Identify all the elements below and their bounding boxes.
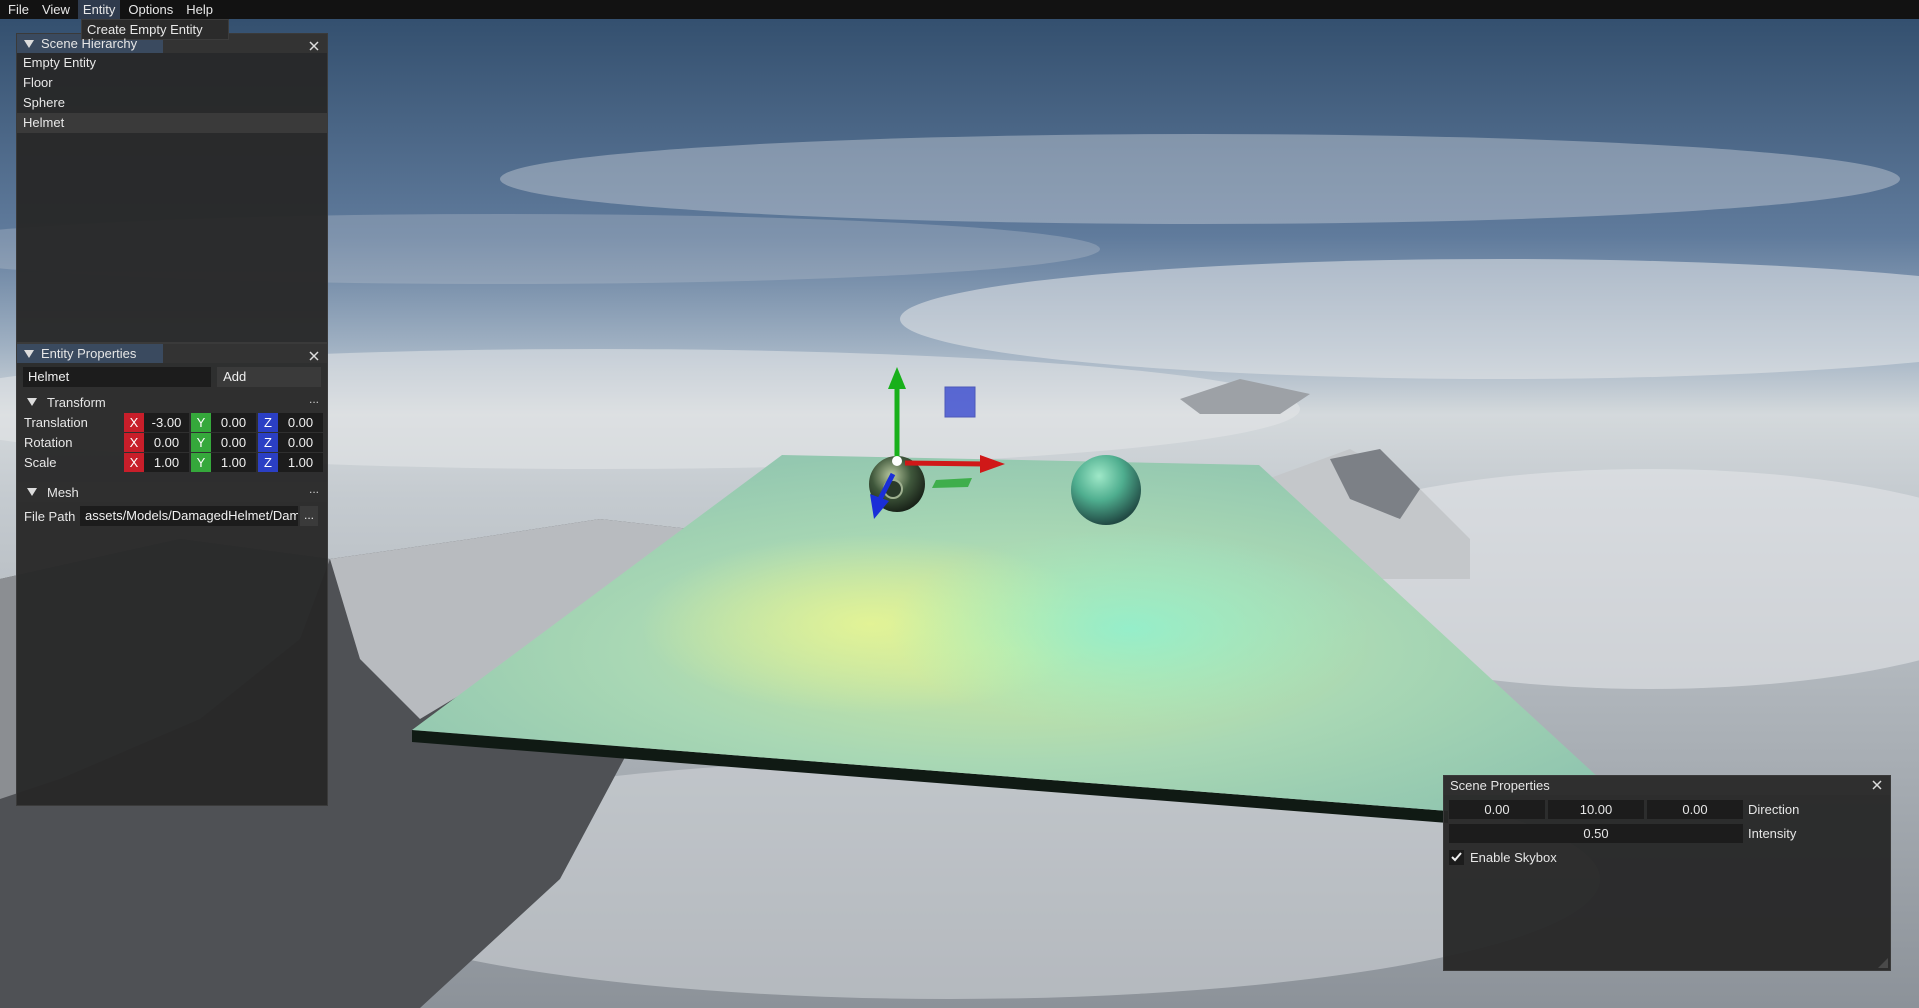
entity-properties-panel: Entity Properties Helmet Add Component T… [16, 343, 328, 806]
hierarchy-item-empty-entity[interactable]: Empty Entity [17, 53, 327, 73]
axis-y-button[interactable]: Y [191, 412, 211, 432]
enable-skybox-checkbox[interactable] [1449, 849, 1464, 865]
translation-x-field[interactable]: -3.00 [144, 412, 189, 432]
mesh-section-header[interactable]: Mesh ... [17, 482, 327, 502]
checkmark-icon [1451, 852, 1462, 862]
menu-help[interactable]: Help [181, 0, 218, 19]
axis-y-button[interactable]: Y [191, 432, 211, 452]
file-path-row: File Path assets/Models/DamagedHelmet/Da… [17, 506, 327, 526]
translation-y-field[interactable]: 0.00 [211, 412, 256, 432]
rotation-y-field[interactable]: 0.00 [211, 432, 256, 452]
scale-z-field[interactable]: 1.00 [278, 452, 323, 472]
axis-x-button[interactable]: X [124, 412, 144, 432]
axis-x-button[interactable]: X [124, 452, 144, 472]
intensity-label: Intensity [1748, 825, 1797, 841]
scene-hierarchy-titlebar[interactable]: Scene Hierarchy [17, 34, 327, 53]
scene-hierarchy-title: Scene Hierarchy [41, 36, 138, 51]
transform-more-button[interactable]: ... [309, 392, 319, 406]
direction-x-field[interactable]: 0.00 [1449, 799, 1545, 819]
browse-file-button[interactable]: ... [300, 506, 318, 526]
scene-properties-titlebar[interactable]: Scene Properties [1444, 776, 1890, 795]
menu-bar: File View Entity Options Help [0, 0, 1919, 19]
intensity-slider[interactable]: 0.50 [1449, 823, 1743, 843]
menu-entity[interactable]: Entity [77, 0, 121, 19]
transform-header-label: Transform [47, 394, 106, 410]
file-path-field[interactable]: assets/Models/DamagedHelmet/DamagedHelme… [80, 506, 298, 526]
expand-arrow-icon [27, 488, 37, 496]
hierarchy-item-helmet[interactable]: Helmet [17, 113, 327, 133]
scene-properties-panel: Scene Properties 0.00 10.00 0.00 Directi… [1443, 775, 1891, 971]
entity-name-field[interactable]: Helmet [23, 367, 212, 387]
resize-grip-icon[interactable] [1878, 958, 1888, 968]
enable-skybox-label: Enable Skybox [1470, 849, 1557, 865]
add-component-button[interactable]: Add Component [217, 367, 321, 404]
menu-options[interactable]: Options [123, 0, 178, 19]
scale-label: Scale [24, 454, 57, 470]
direction-z-field[interactable]: 0.00 [1647, 799, 1743, 819]
axis-x-button[interactable]: X [124, 432, 144, 452]
file-path-label: File Path [24, 508, 76, 524]
skybox-row: Enable Skybox [1444, 847, 1890, 867]
translation-row: Translation X -3.00 Y 0.00 Z 0.00 [17, 412, 327, 432]
transform-section-header[interactable]: Transform ... [17, 392, 327, 412]
menu-view[interactable]: View [37, 0, 75, 19]
scene-hierarchy-panel: Scene Hierarchy Empty Entity Floor Spher… [16, 33, 328, 343]
direction-label: Direction [1748, 801, 1800, 817]
mesh-header-label: Mesh [47, 484, 79, 500]
scene-properties-title: Scene Properties [1450, 778, 1550, 793]
axis-z-button[interactable]: Z [258, 452, 278, 472]
menu-file[interactable]: File [3, 0, 34, 19]
direction-y-field[interactable]: 10.00 [1548, 799, 1644, 819]
entity-properties-titlebar[interactable]: Entity Properties [17, 344, 327, 363]
scale-y-field[interactable]: 1.00 [211, 452, 256, 472]
collapse-arrow-icon[interactable] [23, 348, 35, 360]
translation-label: Translation [24, 414, 88, 430]
entity-name-row: Helmet Add Component [17, 366, 327, 404]
mesh-more-button[interactable]: ... [309, 482, 319, 496]
rotation-row: Rotation X 0.00 Y 0.00 Z 0.00 [17, 432, 327, 452]
expand-arrow-icon [27, 398, 37, 406]
entity-properties-title: Entity Properties [41, 346, 137, 361]
axis-y-button[interactable]: Y [191, 452, 211, 472]
close-icon[interactable] [307, 349, 321, 363]
close-icon[interactable] [307, 39, 321, 53]
rotation-z-field[interactable]: 0.00 [278, 432, 323, 452]
rotation-x-field[interactable]: 0.00 [144, 432, 189, 452]
rotation-label: Rotation [24, 434, 73, 450]
close-icon[interactable] [1870, 778, 1884, 792]
scale-x-field[interactable]: 1.00 [144, 452, 189, 472]
direction-row: 0.00 10.00 0.00 Direction [1444, 799, 1890, 819]
axis-z-button[interactable]: Z [258, 412, 278, 432]
scale-row: Scale X 1.00 Y 1.00 Z 1.00 [17, 452, 327, 472]
axis-z-button[interactable]: Z [258, 432, 278, 452]
hierarchy-item-sphere[interactable]: Sphere [17, 93, 327, 113]
hierarchy-item-floor[interactable]: Floor [17, 73, 327, 93]
collapse-arrow-icon[interactable] [23, 38, 35, 50]
translation-z-field[interactable]: 0.00 [278, 412, 323, 432]
intensity-row: 0.50 Intensity [1444, 823, 1890, 843]
